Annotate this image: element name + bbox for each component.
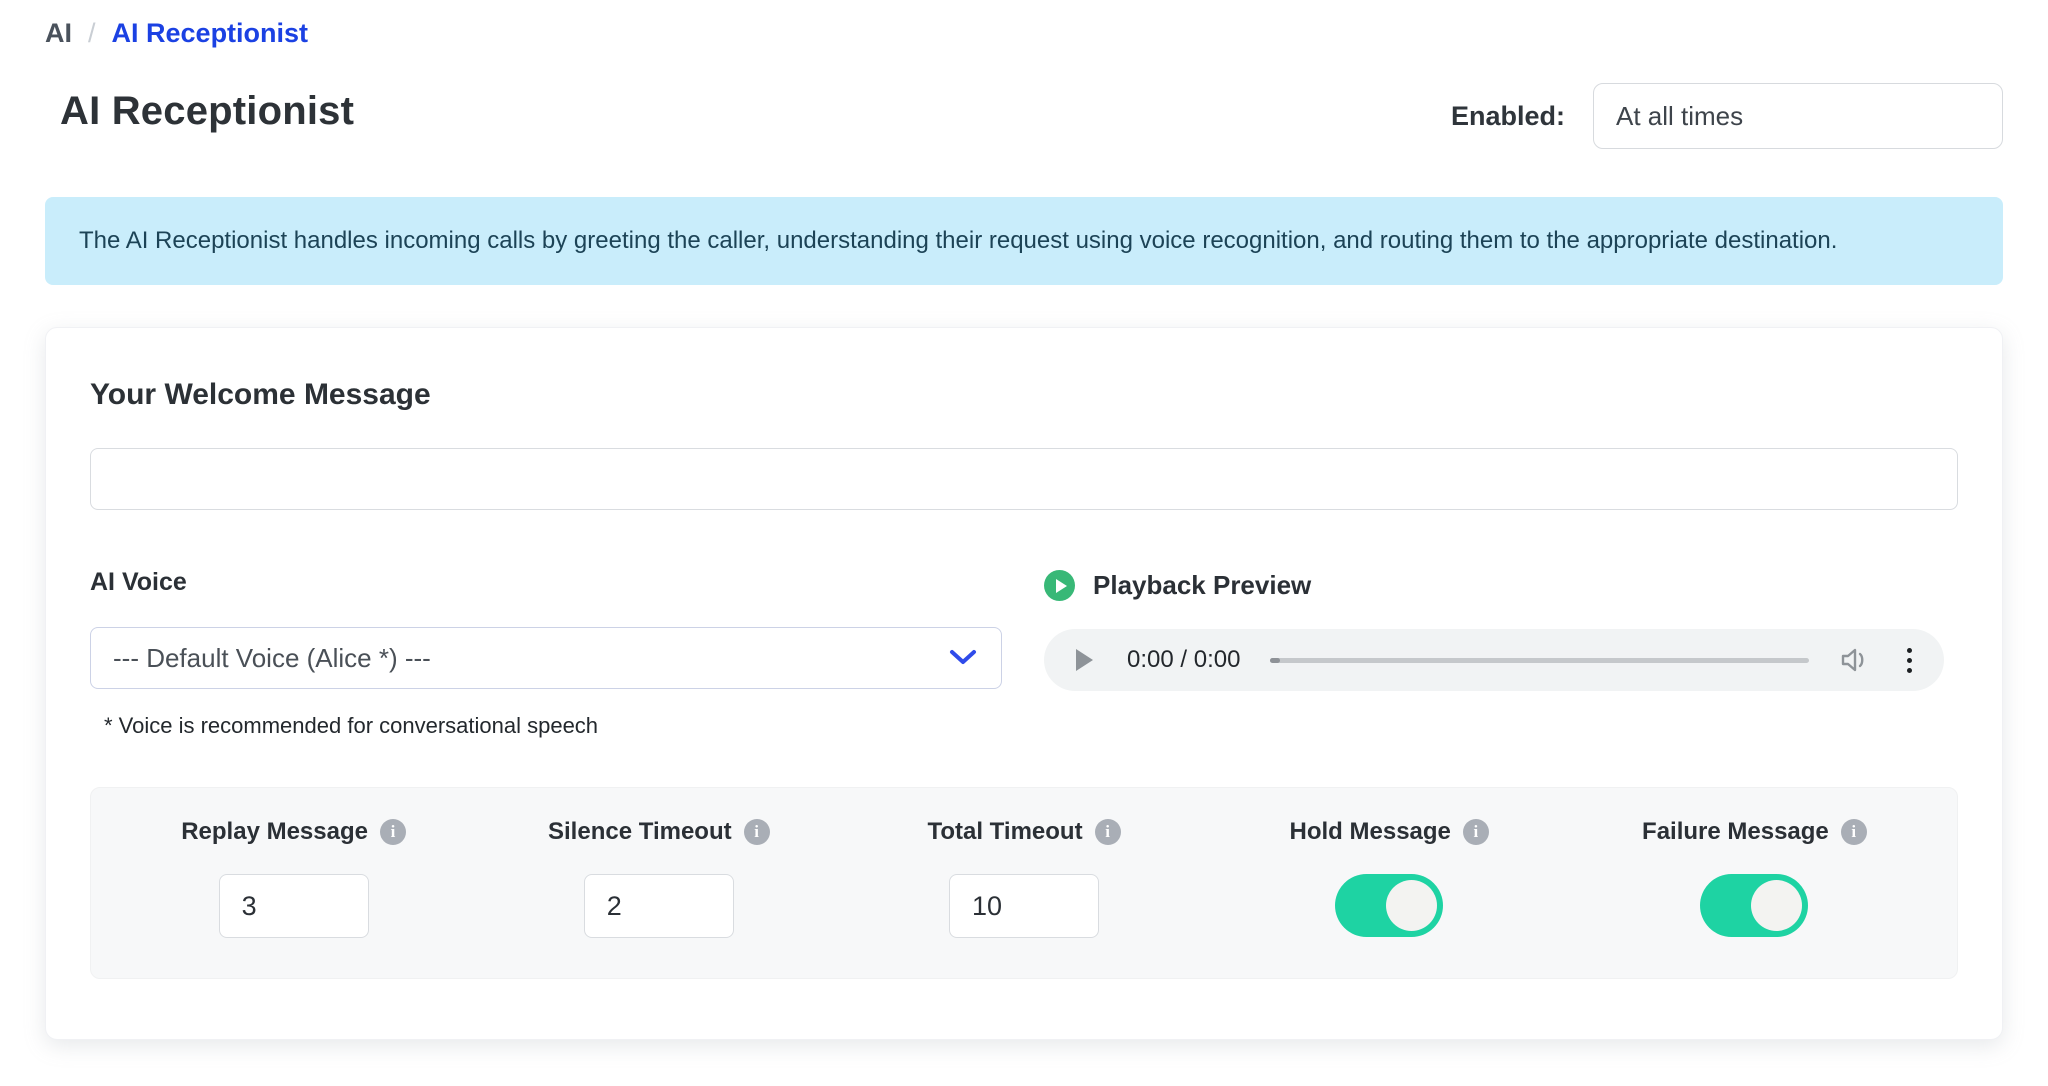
playback-preview-header: Playback Preview	[1044, 570, 1958, 601]
total-timeout-setting: Total Timeout i	[841, 818, 1206, 938]
enabled-select[interactable]: At all times	[1593, 83, 2003, 149]
replay-message-input[interactable]	[219, 874, 369, 938]
welcome-message-input[interactable]	[90, 448, 1958, 510]
hold-message-setting: Hold Message i	[1207, 818, 1572, 938]
playback-preview-title: Playback Preview	[1093, 570, 1311, 601]
info-icon[interactable]: i	[1463, 819, 1489, 845]
breadcrumb: AI / AI Receptionist	[45, 18, 2003, 49]
breadcrumb-separator: /	[88, 18, 96, 49]
playback-preview-section: Playback Preview 0:00 / 0:00	[1044, 568, 1958, 739]
kebab-menu-icon[interactable]	[1901, 644, 1918, 677]
enabled-control: Enabled: At all times	[1451, 83, 2003, 149]
page: AI / AI Receptionist AI Receptionist Ena…	[0, 0, 2048, 1040]
ai-voice-label: AI Voice	[90, 568, 1002, 597]
page-title: AI Receptionist	[45, 89, 354, 134]
ai-voice-select[interactable]: --- Default Voice (Alice *) ---	[90, 627, 1002, 689]
hold-message-toggle[interactable]	[1335, 874, 1443, 937]
audio-seek-bar[interactable]	[1270, 658, 1809, 663]
failure-message-toggle[interactable]	[1700, 874, 1808, 937]
info-icon[interactable]: i	[380, 819, 406, 845]
chevron-down-icon	[949, 649, 977, 667]
welcome-message-heading: Your Welcome Message	[90, 378, 1958, 412]
receptionist-settings-card: Your Welcome Message AI Voice --- Defaul…	[45, 327, 2003, 1040]
audio-time: 0:00 / 0:00	[1127, 646, 1240, 674]
voice-note: * Voice is recommended for conversationa…	[90, 713, 1002, 739]
enabled-selected-value: At all times	[1616, 101, 1743, 132]
timeout-settings-panel: Replay Message i Silence Timeout i T	[90, 787, 1958, 979]
replay-message-setting: Replay Message i	[111, 818, 476, 938]
info-banner: The AI Receptionist handles incoming cal…	[45, 197, 2003, 285]
ai-voice-section: AI Voice --- Default Voice (Alice *) ---…	[90, 568, 1002, 739]
audio-play-button[interactable]	[1076, 649, 1093, 671]
volume-icon[interactable]	[1839, 646, 1871, 674]
voice-playback-row: AI Voice --- Default Voice (Alice *) ---…	[90, 568, 1958, 739]
silence-timeout-setting: Silence Timeout i	[476, 818, 841, 938]
play-icon	[1044, 570, 1075, 601]
total-timeout-label: Total Timeout	[927, 818, 1082, 846]
breadcrumb-ai-receptionist[interactable]: AI Receptionist	[112, 18, 309, 49]
ai-voice-selected-option: --- Default Voice (Alice *) ---	[113, 643, 431, 674]
silence-timeout-label: Silence Timeout	[548, 818, 732, 846]
breadcrumb-ai[interactable]: AI	[45, 18, 72, 49]
silence-timeout-input[interactable]	[584, 874, 734, 938]
info-icon[interactable]: i	[744, 819, 770, 845]
total-timeout-input[interactable]	[949, 874, 1099, 938]
replay-message-label: Replay Message	[181, 818, 368, 846]
enabled-label: Enabled:	[1451, 101, 1565, 132]
info-banner-text: The AI Receptionist handles incoming cal…	[79, 227, 1837, 254]
audio-player: 0:00 / 0:00	[1044, 629, 1944, 691]
page-header: AI Receptionist Enabled: At all times	[45, 89, 2003, 149]
failure-message-label: Failure Message	[1642, 818, 1829, 846]
failure-message-setting: Failure Message i	[1572, 818, 1937, 938]
info-icon[interactable]: i	[1841, 819, 1867, 845]
hold-message-label: Hold Message	[1290, 818, 1451, 846]
info-icon[interactable]: i	[1095, 819, 1121, 845]
